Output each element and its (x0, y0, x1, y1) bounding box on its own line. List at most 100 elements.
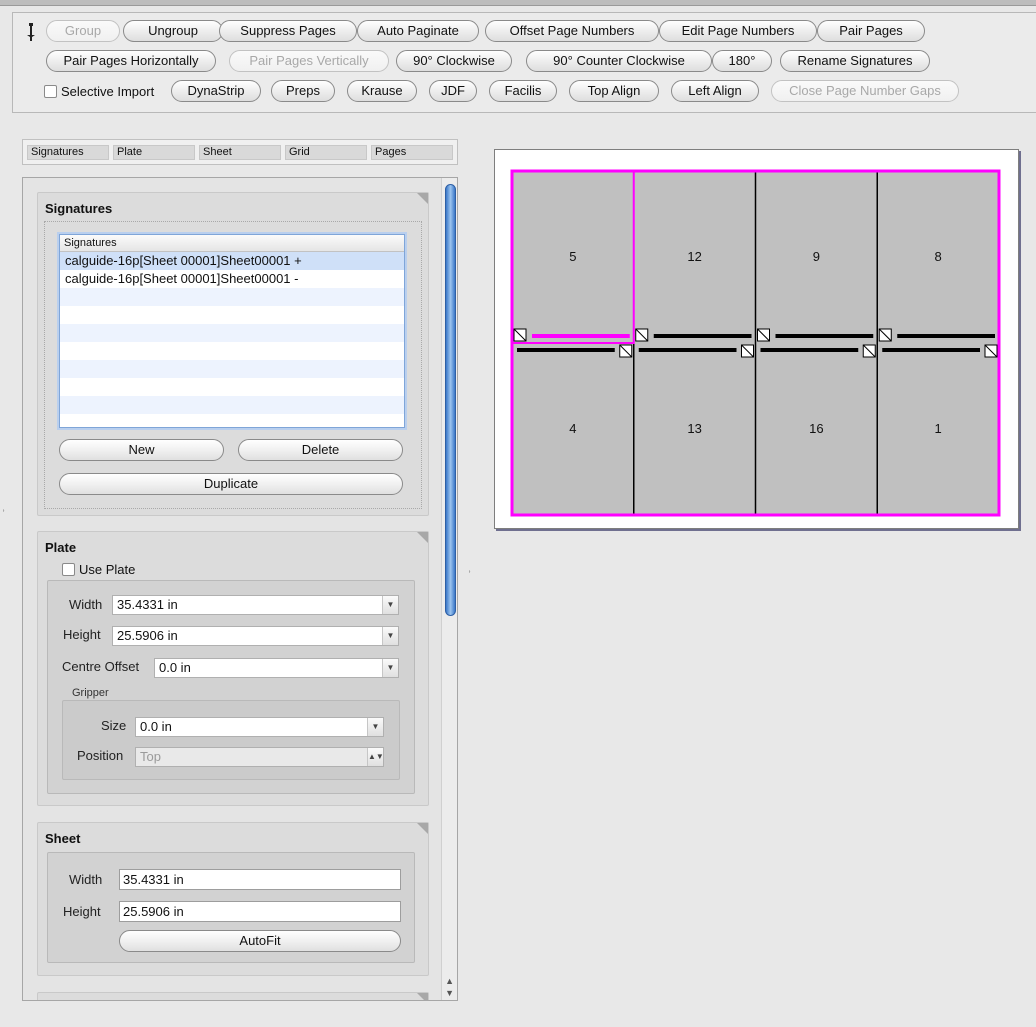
plate-width-value: 35.4331 in (117, 597, 178, 612)
head-bar (653, 334, 752, 338)
tab-grid[interactable]: Grid (285, 145, 367, 160)
sheet-height-field[interactable]: 25.5906 in (119, 901, 401, 922)
updown-arrows-icon[interactable]: ▲▼ (367, 748, 384, 766)
list-empty-row (60, 306, 404, 324)
gripper-box: Size 0.0 in ▼ Position Top ▲▼ (62, 700, 400, 780)
chevron-down-icon[interactable]: ▼ (367, 718, 383, 736)
pin-icon[interactable] (26, 22, 36, 42)
page-number: 8 (935, 249, 942, 264)
page-number: 13 (687, 421, 701, 436)
splitter-handle-icon[interactable]: ˒ (468, 565, 471, 576)
collapse-corner-icon[interactable] (417, 532, 428, 543)
suppress-pages-button[interactable]: Suppress Pages (219, 20, 357, 42)
selective-import-checkbox[interactable]: Selective Import (44, 84, 154, 100)
sheet-width-label: Width (69, 872, 103, 887)
imposition-preview[interactable]: 5 12 9 8 4 13 16 1 (494, 149, 1019, 529)
head-bar (532, 334, 630, 338)
dynastrip-button[interactable]: DynaStrip (171, 80, 261, 102)
collapse-corner-icon[interactable] (417, 193, 428, 204)
plate-height-value: 25.5906 in (117, 628, 178, 643)
gripper-position-select[interactable]: Top ▲▼ (135, 747, 384, 767)
gripper-label: Gripper (72, 687, 109, 699)
edit-page-numbers-button[interactable]: Edit Page Numbers (659, 20, 817, 42)
gripper-size-value: 0.0 in (140, 719, 172, 734)
new-button[interactable]: New (59, 439, 224, 461)
90-clockwise-button[interactable]: 90° Clockwise (396, 50, 512, 72)
tab-pages[interactable]: Pages (371, 145, 453, 160)
preps-button[interactable]: Preps (271, 80, 335, 102)
pair-pages-button[interactable]: Pair Pages (817, 20, 925, 42)
plate-settings-box: Width 35.4331 in ▼ Height 25.5906 in ▼ C… (47, 580, 415, 794)
plate-title: Plate (45, 540, 77, 555)
rename-signatures-button[interactable]: Rename Signatures (780, 50, 930, 72)
page-number: 4 (569, 421, 576, 436)
sheet-height-label: Height (63, 904, 101, 919)
facilis-button[interactable]: Facilis (489, 80, 557, 102)
list-item[interactable]: calguide-16p[Sheet 00001]Sheet00001 - (60, 270, 404, 288)
tab-plate[interactable]: Plate (113, 145, 195, 160)
delete-button[interactable]: Delete (238, 439, 403, 461)
90-counter-clockwise-button[interactable]: 90° Counter Clockwise (526, 50, 712, 72)
collapse-corner-icon[interactable] (417, 823, 428, 834)
scrollbar-thumb[interactable] (445, 184, 456, 616)
splitter-handle-icon[interactable]: ˒ (2, 504, 5, 515)
page-number: 5 (569, 249, 576, 264)
group-button[interactable]: Group (46, 20, 120, 42)
list-item[interactable]: calguide-16p[Sheet 00001]Sheet00001 + (60, 252, 404, 270)
plate-height-combo[interactable]: 25.5906 in ▼ (112, 626, 399, 646)
sheet-width-field[interactable]: 35.4331 in (119, 869, 401, 890)
sheet-settings-box: Width 35.4331 in Height 25.5906 in AutoF… (47, 852, 415, 963)
centre-offset-value: 0.0 in (159, 660, 191, 675)
krause-button[interactable]: Krause (347, 80, 417, 102)
jdf-button[interactable]: JDF (429, 80, 477, 102)
checkbox-icon (62, 563, 75, 576)
chevron-down-icon[interactable]: ▼ (382, 659, 398, 677)
head-bar (638, 348, 737, 352)
top-align-button[interactable]: Top Align (569, 80, 659, 102)
head-bar (517, 348, 615, 352)
list-empty-row (60, 288, 404, 306)
collapse-corner-icon[interactable] (417, 993, 428, 1000)
chevron-down-icon[interactable]: ▼ (382, 596, 398, 614)
close-page-number-gaps-button[interactable]: Close Page Number Gaps (771, 80, 959, 102)
signatures-section: Signatures Signatures calguide-16p[Sheet… (37, 192, 429, 516)
page-number: 9 (813, 249, 820, 264)
use-plate-label: Use Plate (79, 562, 136, 577)
plate-height-label: Height (63, 627, 101, 642)
centre-offset-combo[interactable]: 0.0 in ▼ (154, 658, 399, 678)
signatures-list-header[interactable]: Signatures (60, 235, 404, 252)
list-empty-row (60, 342, 404, 360)
scroll-down-icon[interactable]: ▼ (445, 988, 454, 998)
gripper-size-combo[interactable]: 0.0 in ▼ (135, 717, 384, 737)
checkbox-icon (44, 85, 57, 98)
180-button[interactable]: 180° (712, 50, 772, 72)
use-plate-checkbox[interactable]: Use Plate (62, 562, 135, 578)
tab-sheet[interactable]: Sheet (199, 145, 281, 160)
plate-width-combo[interactable]: 35.4331 in ▼ (112, 595, 399, 615)
signatures-list[interactable]: Signatures calguide-16p[Sheet 00001]Shee… (59, 234, 405, 428)
auto-paginate-button[interactable]: Auto Paginate (357, 20, 479, 42)
signatures-title: Signatures (45, 201, 113, 216)
gripper-position-label: Position (77, 748, 124, 763)
tab-signatures[interactable]: Signatures (27, 145, 109, 160)
window-top-edge (0, 0, 1036, 6)
toolbar: Group Ungroup Suppress Pages Auto Paginate O… (12, 12, 1036, 113)
head-bar (897, 334, 995, 338)
duplicate-button[interactable]: Duplicate (59, 473, 403, 495)
left-align-button[interactable]: Left Align (671, 80, 759, 102)
panel-scrollbar[interactable]: ▲ ▼ (441, 178, 457, 1000)
grid-section (37, 992, 429, 1000)
scroll-up-icon[interactable]: ▲ (445, 976, 454, 986)
head-bar (760, 348, 859, 352)
list-empty-row (60, 378, 404, 396)
ungroup-button[interactable]: Ungroup (123, 20, 223, 42)
sheet-title: Sheet (45, 831, 81, 846)
pair-pages-horizontally-button[interactable]: Pair Pages Horizontally (46, 50, 216, 72)
gripper-position-value: Top (140, 749, 161, 764)
offset-page-numbers-button[interactable]: Offset Page Numbers (485, 20, 659, 42)
chevron-down-icon[interactable]: ▼ (382, 627, 398, 645)
autofit-button[interactable]: AutoFit (119, 930, 401, 952)
head-bar (775, 334, 874, 338)
page-number: 12 (687, 249, 701, 264)
pair-pages-vertically-button[interactable]: Pair Pages Vertically (229, 50, 389, 72)
